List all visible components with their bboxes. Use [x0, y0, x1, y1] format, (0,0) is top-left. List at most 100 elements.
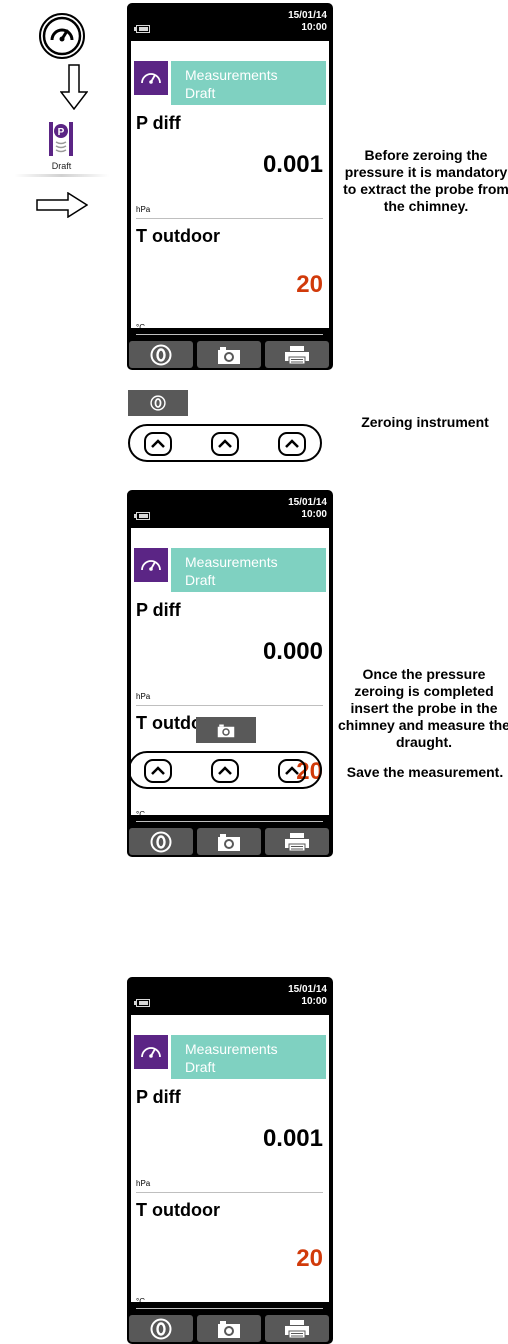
menu-item-divider — [14, 174, 109, 177]
softkey-bar — [129, 1315, 331, 1342]
chevron-up-icon — [151, 439, 165, 448]
zero-softkey[interactable] — [129, 1315, 193, 1342]
center-key[interactable] — [211, 759, 239, 783]
pdiff-value: 0.000 — [262, 638, 323, 665]
draft-pressure-icon: P — [49, 122, 73, 156]
camera-icon — [218, 346, 240, 364]
zero-icon — [150, 1318, 172, 1339]
toutdoor-value: 20 — [296, 271, 323, 298]
right-key[interactable] — [278, 432, 306, 456]
svg-text:P: P — [58, 127, 65, 138]
chevron-up-icon — [285, 439, 299, 448]
key-step-zero — [128, 390, 324, 464]
status-time: 10:00 — [301, 996, 327, 1007]
key-pad — [128, 424, 322, 462]
camera-icon — [218, 1320, 240, 1338]
pdiff-label: P diff — [136, 113, 181, 133]
printer-icon — [285, 345, 309, 364]
caption-extract-probe: Before zeroing the pressure it is mandat… — [343, 147, 508, 214]
caption-zeroing: Zeroing instrument — [361, 414, 489, 430]
measurements-header: Measurements Draft — [171, 548, 326, 592]
header-title: Measurements — [185, 1041, 278, 1057]
zero-key-tab — [128, 390, 188, 416]
center-key[interactable] — [211, 432, 239, 456]
measurement-panel: Measurements Draft P diff 0.001 hPa T ou… — [131, 1015, 329, 1309]
status-time: 10:00 — [301, 509, 327, 520]
gauge-icon[interactable] — [38, 12, 86, 65]
pdiff-unit: hPa — [136, 205, 151, 214]
left-key[interactable] — [144, 759, 172, 783]
measurements-header: Measurements Draft — [171, 61, 326, 105]
draft-menu-label: Draft — [51, 161, 72, 171]
header-title: Measurements — [185, 554, 278, 570]
status-bar: 15/01/14 10:00 — [127, 490, 333, 526]
battery-icon — [134, 999, 150, 1007]
device-screen-2: 15/01/14 10:00 Measurements Draft P diff… — [127, 490, 333, 857]
camera-softkey[interactable] — [197, 341, 261, 368]
camera-key-tab — [196, 717, 256, 743]
gauge-icon — [134, 61, 168, 95]
print-softkey[interactable] — [265, 341, 329, 368]
header-title: Measurements — [185, 67, 278, 83]
left-key[interactable] — [144, 432, 172, 456]
toutdoor-unit: °C — [136, 1297, 145, 1306]
print-softkey[interactable] — [265, 828, 329, 855]
camera-icon — [217, 724, 235, 737]
right-key[interactable] — [278, 759, 306, 783]
divider — [136, 334, 323, 335]
caption-save: Save the measurement. — [346, 764, 504, 780]
status-date: 15/01/14 — [288, 10, 327, 21]
pdiff-label: P diff — [136, 1087, 181, 1107]
zero-softkey[interactable] — [129, 828, 193, 855]
printer-icon — [285, 1319, 309, 1338]
softkey-bar — [129, 341, 331, 368]
header-subtitle: Draft — [185, 85, 216, 101]
status-time: 10:00 — [301, 22, 327, 33]
zero-icon — [150, 831, 172, 852]
header-subtitle: Draft — [185, 572, 216, 588]
battery-icon — [134, 25, 150, 33]
pdiff-value: 0.001 — [262, 151, 323, 178]
pdiff-unit: hPa — [136, 1179, 151, 1188]
key-pad — [128, 751, 322, 789]
divider — [136, 821, 323, 822]
camera-softkey[interactable] — [197, 828, 261, 855]
key-step-save — [128, 717, 324, 791]
camera-softkey[interactable] — [197, 1315, 261, 1342]
chevron-up-icon — [218, 439, 232, 448]
status-date: 15/01/14 — [288, 497, 327, 508]
toutdoor-unit: °C — [136, 323, 145, 332]
device-screen-1: 15/01/14 10:00 Measurements Draft P diff… — [127, 3, 333, 370]
caption-insert-probe: Once the pressure zeroing is completed i… — [338, 666, 508, 750]
print-softkey[interactable] — [265, 1315, 329, 1342]
toutdoor-label: T outdoor — [136, 1200, 220, 1220]
zero-icon — [150, 395, 166, 411]
pdiff-unit: hPa — [136, 692, 151, 701]
status-bar: 15/01/14 10:00 — [127, 3, 333, 39]
pdiff-label: P diff — [136, 600, 181, 620]
zero-icon — [150, 344, 172, 365]
gauge-icon — [134, 548, 168, 582]
zero-softkey[interactable] — [129, 341, 193, 368]
chevron-up-icon — [218, 766, 232, 775]
divider — [136, 1192, 323, 1193]
toutdoor-label: T outdoor — [136, 226, 220, 246]
pdiff-value: 0.001 — [262, 1125, 323, 1152]
divider — [136, 1308, 323, 1309]
chevron-up-icon — [151, 766, 165, 775]
printer-icon — [285, 832, 309, 851]
measurement-panel: Measurements Draft P diff 0.001 hPa T ou… — [131, 41, 329, 335]
gauge-icon — [134, 1035, 168, 1069]
camera-icon — [218, 833, 240, 851]
battery-icon — [134, 512, 150, 520]
arrow-down-icon — [59, 64, 89, 115]
divider — [136, 705, 323, 706]
softkey-bar — [129, 828, 331, 855]
chevron-up-icon — [285, 766, 299, 775]
draft-menu-item[interactable]: P Draft — [14, 116, 109, 180]
measurements-header: Measurements Draft — [171, 1035, 326, 1079]
divider — [136, 218, 323, 219]
status-bar: 15/01/14 10:00 — [127, 977, 333, 1013]
toutdoor-unit: °C — [136, 810, 145, 819]
status-date: 15/01/14 — [288, 984, 327, 995]
